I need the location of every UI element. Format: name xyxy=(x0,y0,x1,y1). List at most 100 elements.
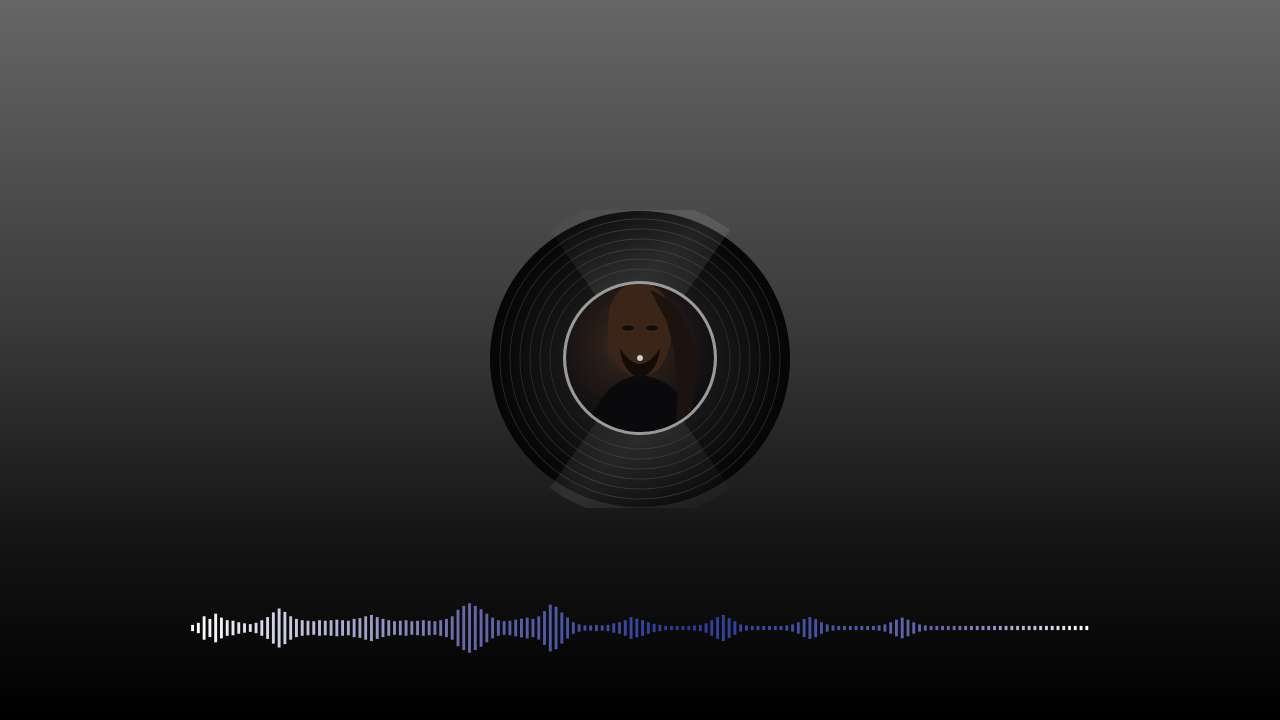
waveform-bar xyxy=(1062,625,1066,631)
waveform-bar xyxy=(756,625,760,631)
waveform-bar xyxy=(318,620,321,636)
waveform-bar xyxy=(814,618,818,638)
waveform-bars xyxy=(191,603,1089,653)
waveform-bar xyxy=(871,625,875,631)
waveform-bar xyxy=(618,622,621,634)
waveform-bar xyxy=(387,620,391,636)
waveform-bar xyxy=(525,617,529,639)
waveform-bar xyxy=(404,620,408,636)
waveform-bar xyxy=(1039,625,1043,631)
waveform-bar xyxy=(508,620,512,636)
waveform-bar xyxy=(664,625,668,631)
waveform-bar xyxy=(289,616,293,640)
waveform-bar xyxy=(710,620,714,636)
waveform-bar xyxy=(312,621,316,635)
waveform-bar xyxy=(566,617,570,639)
waveform-bar xyxy=(929,625,933,631)
waveform-bar xyxy=(196,622,200,634)
waveform-bar xyxy=(1073,625,1077,631)
waveform-bar xyxy=(248,624,252,632)
waveform-bar xyxy=(473,605,477,651)
waveform-bar xyxy=(450,616,454,640)
waveform-bar xyxy=(1021,625,1025,631)
waveform-bar xyxy=(779,625,783,631)
audio-visualizer xyxy=(190,600,1090,656)
waveform-bar xyxy=(300,620,304,636)
waveform-bar xyxy=(370,615,373,641)
waveform-bar xyxy=(462,605,466,651)
waveform-bar xyxy=(260,620,264,636)
waveform-bar xyxy=(883,624,887,632)
waveform-bar xyxy=(854,625,858,631)
waveform-bar xyxy=(837,625,841,631)
waveform-bar xyxy=(295,618,298,638)
waveform-bar xyxy=(231,620,235,636)
waveform-bar xyxy=(358,618,362,638)
video-frame xyxy=(0,0,1280,720)
waveform-bar xyxy=(900,617,904,639)
waveform-bar xyxy=(612,623,616,633)
waveform-bar xyxy=(629,617,633,639)
waveform-bar xyxy=(254,622,258,634)
waveform-bar xyxy=(727,618,731,638)
waveform-bar xyxy=(745,625,748,631)
waveform-bar xyxy=(998,625,1002,631)
waveform-bar xyxy=(1085,625,1089,631)
waveform-bar xyxy=(531,618,535,638)
waveform-bar xyxy=(941,625,945,631)
waveform-bar xyxy=(670,625,673,631)
waveform-bar xyxy=(543,611,546,645)
waveform-bar xyxy=(785,625,789,631)
waveform-bar xyxy=(912,622,916,634)
waveform-bar xyxy=(773,625,777,631)
vinyl-record-graphic xyxy=(490,210,790,508)
waveform-bar xyxy=(975,625,979,631)
waveform-bar xyxy=(877,625,881,631)
waveform-bar xyxy=(548,604,552,652)
waveform-bar xyxy=(866,625,870,631)
waveform-bar xyxy=(502,621,506,635)
waveform-bar xyxy=(895,619,898,637)
waveform-bar xyxy=(416,620,420,636)
waveform-bar xyxy=(918,624,921,632)
waveform-bar xyxy=(375,617,379,639)
waveform-bar xyxy=(410,621,414,635)
waveform-bar xyxy=(739,624,743,632)
waveform-bar xyxy=(393,621,396,635)
waveform-bar xyxy=(335,619,339,637)
waveform-bar xyxy=(577,624,581,632)
waveform-bar xyxy=(1079,625,1083,631)
waveform-bar xyxy=(1004,625,1008,631)
waveform-bar xyxy=(946,625,950,631)
waveform-bar xyxy=(658,624,662,632)
waveform-bar xyxy=(970,625,973,631)
waveform-bar xyxy=(214,613,218,643)
waveform-bar xyxy=(439,620,443,636)
waveform-bar xyxy=(479,609,483,647)
waveform-bar xyxy=(595,624,598,632)
waveform-bar xyxy=(716,617,720,639)
waveform-bar xyxy=(514,619,518,637)
waveform-bar xyxy=(750,625,754,631)
waveform-bar xyxy=(496,620,500,636)
waveform-bar xyxy=(964,625,968,631)
waveform-bar xyxy=(652,623,656,633)
waveform-bar xyxy=(364,616,368,640)
waveform-bar xyxy=(346,620,350,636)
waveform-bar xyxy=(589,625,593,631)
waveform-bar xyxy=(600,625,604,631)
waveform-bar xyxy=(606,624,610,632)
waveform-bar xyxy=(341,620,345,636)
waveform-bar xyxy=(698,624,702,632)
waveform-bar xyxy=(456,609,460,647)
waveform-bar xyxy=(560,612,564,644)
waveform-bar xyxy=(935,625,939,631)
waveform-bar xyxy=(848,625,852,631)
waveform-bar xyxy=(445,618,448,638)
waveform-bar xyxy=(623,620,627,636)
waveform-bar xyxy=(791,624,795,632)
waveform-bar xyxy=(1010,625,1014,631)
waveform-bar xyxy=(352,618,356,638)
waveform-bar xyxy=(693,625,696,631)
waveform-bar xyxy=(987,625,991,631)
